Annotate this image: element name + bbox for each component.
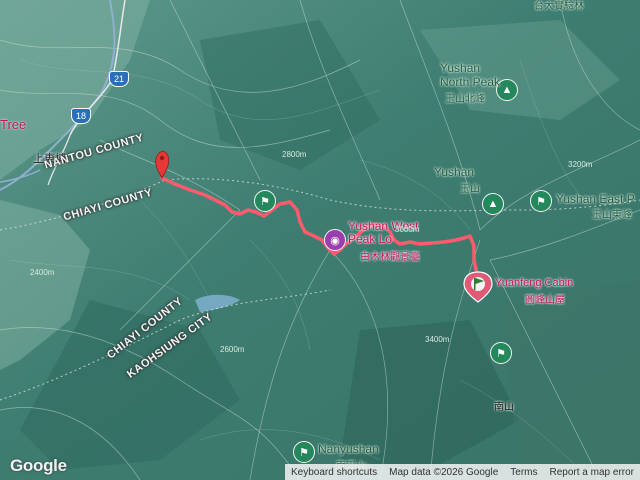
trail-hiker-icon[interactable]: ⚑ <box>254 190 276 212</box>
map-data-attribution: Map data ©2026 Google <box>389 466 499 478</box>
route-18-label: 18 <box>75 111 86 121</box>
map-footer: Keyboard shortcuts Map data ©2026 Google… <box>284 464 640 480</box>
terms-link[interactable]: Terms <box>504 467 543 478</box>
yushan-main-peak-mountain-icon[interactable]: ▲ <box>482 193 504 215</box>
trail-hiker-icon-south[interactable]: ⚑ <box>490 342 512 364</box>
map-viewport[interactable]: ▲ ▲ ⚑ ⚑ ⚑ ⚑ ◉ 21 18 台大實驗林 Tree 上東埔 Yusha… <box>0 0 640 480</box>
route-21-label: 21 <box>113 74 124 84</box>
google-logo: Google <box>10 456 67 476</box>
report-error-link[interactable]: Report a map error <box>544 467 640 478</box>
yushan-north-peak-mountain-icon[interactable]: ▲ <box>496 79 518 101</box>
keyboard-shortcuts-link[interactable]: Keyboard shortcuts <box>285 467 383 478</box>
destination-pin-icon[interactable] <box>463 271 493 303</box>
start-pin-icon[interactable] <box>155 151 170 179</box>
route-21-shield: 21 <box>109 71 129 87</box>
yushan-east-peak-trail-icon[interactable]: ⚑ <box>530 190 552 212</box>
marker-layer <box>155 151 493 303</box>
nanyushan-trail-icon[interactable]: ⚑ <box>293 441 315 463</box>
viewpoint-camera-icon[interactable]: ◉ <box>324 229 346 251</box>
google-logo-text: Google <box>10 456 67 475</box>
route-18-shield: 18 <box>71 108 91 124</box>
